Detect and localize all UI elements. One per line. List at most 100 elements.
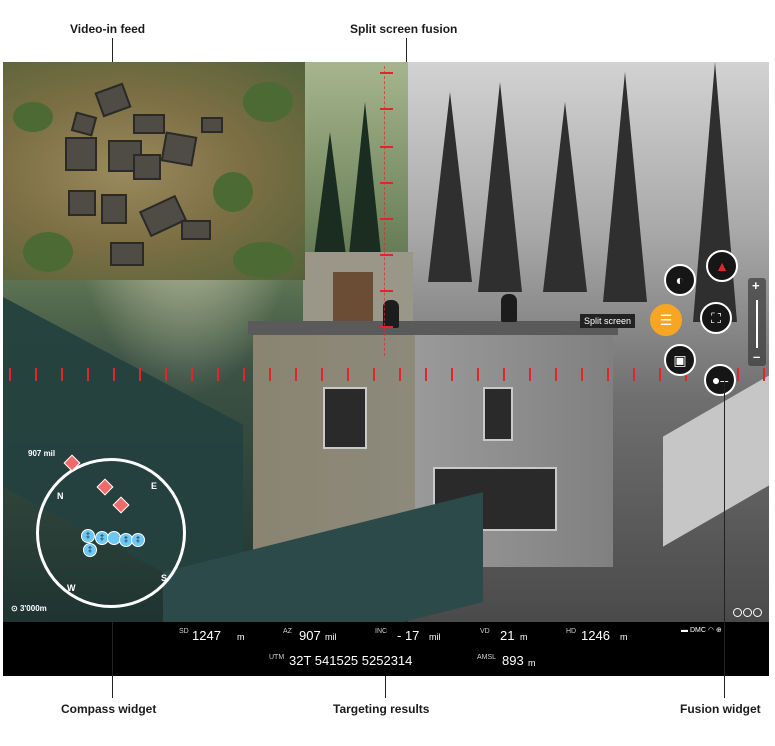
utm-label: UTM [269, 654, 285, 661]
split-screen-icon: ☰ [659, 311, 673, 328]
amsl-value: 893 [502, 653, 524, 668]
tree [428, 92, 472, 282]
video-in-feed[interactable] [3, 62, 305, 280]
callout-line-split [406, 38, 407, 62]
split-screen-button[interactable]: ☰ [650, 304, 682, 336]
reticle-tick [373, 368, 375, 381]
pip-icon: ▣ [673, 351, 687, 368]
status-indicators: ▬ DMC ◠ ⊕ [681, 626, 722, 634]
reticle-tick [380, 146, 393, 148]
reticle-tick [217, 368, 219, 381]
threat-warning-icon: ▲ [715, 258, 729, 274]
targeting-results-bar: SD 1247 m AZ 907 mil INC - 17 mil VD 21 … [3, 622, 769, 676]
page-dot[interactable] [743, 608, 752, 617]
reticle-tick [555, 368, 557, 381]
az-label: AZ [283, 628, 292, 635]
reticle-tick [659, 368, 661, 381]
hut [160, 131, 198, 167]
shrub [243, 82, 293, 122]
hd-value: 1246 [581, 628, 610, 643]
threat-button[interactable]: ▲ [706, 250, 738, 282]
hut [110, 242, 144, 266]
hut [94, 82, 132, 118]
hut [65, 137, 97, 171]
callout-split-screen-fusion: Split screen fusion [350, 22, 458, 36]
hut [133, 114, 165, 134]
reticle-tick [737, 368, 739, 381]
zoom-plus[interactable]: + [752, 278, 760, 293]
slider-icon: ●– [711, 372, 729, 388]
reticle-tick [451, 368, 453, 381]
reticle-tick [380, 182, 393, 184]
sd-label: SD [179, 628, 189, 635]
battery-icon: ▬ [681, 627, 688, 634]
compass-widget[interactable]: N E S W ‡ ‡ ‡ ‡ ‡ [36, 458, 186, 608]
reticle-tick [529, 368, 531, 381]
reticle-tick [139, 368, 141, 381]
page-dot[interactable] [733, 608, 742, 617]
reticle-tick [295, 368, 297, 381]
vd-value: 21 [500, 628, 515, 643]
fusion-slider-toggle[interactable]: ●– [704, 364, 736, 396]
palette-button[interactable]: ◐ [664, 264, 696, 296]
tree [543, 102, 587, 292]
tree [478, 82, 522, 292]
shrub [233, 242, 293, 278]
friendly-marker[interactable]: ‡ [81, 529, 95, 543]
reticle-tick [380, 290, 393, 292]
compass-range-readout: ⊙ 3'000m [11, 604, 47, 613]
reticle-tick [35, 368, 37, 381]
hut [101, 194, 127, 224]
shrub [213, 172, 253, 212]
person-right [501, 294, 517, 322]
reticle-tick [9, 368, 11, 381]
reticle-tick [633, 368, 635, 381]
fusion-zoom-slider[interactable]: + – [748, 278, 766, 366]
friendly-marker[interactable]: ‡ [83, 543, 97, 557]
reticle-tick [607, 368, 609, 381]
hostile-marker[interactable] [112, 496, 130, 514]
gps-target-icon: ⊕ [715, 627, 722, 634]
reticle-tick [380, 72, 393, 74]
dmc-label: DMC [689, 627, 706, 634]
reticle-tick [165, 368, 167, 381]
compass-heading-readout: 907 mil [28, 449, 56, 458]
reticle-horizontal-scale [3, 368, 769, 381]
sd-unit: m [237, 632, 245, 642]
zoom-minus[interactable]: – [753, 349, 760, 364]
friendly-marker[interactable]: ‡ [131, 533, 145, 547]
compass-east-label: E [151, 481, 158, 491]
reticle-tick [380, 254, 393, 256]
reticle-tick [61, 368, 63, 381]
reticle-tick [380, 218, 393, 220]
fullscreen-button[interactable]: ⛶ [700, 302, 732, 334]
zoom-track[interactable] [756, 300, 758, 348]
roof-parapet [248, 321, 618, 335]
utm-value: 32T 541525 5252314 [289, 653, 413, 668]
shrub [23, 232, 73, 272]
page-dot[interactable] [753, 608, 762, 617]
reticle-tick [425, 368, 427, 381]
reticle-tick [380, 108, 393, 110]
vd-unit: m [520, 632, 528, 642]
hut [68, 190, 96, 216]
compass-west-label: W [67, 583, 76, 593]
callout-line-fusion [724, 380, 725, 698]
reticle-tick [763, 368, 765, 381]
amsl-label: AMSL [477, 654, 497, 661]
inc-value: - 17 [397, 628, 420, 643]
inc-unit: mil [429, 632, 441, 642]
page-indicator[interactable] [732, 604, 762, 622]
hostile-marker[interactable] [96, 478, 114, 496]
tree [603, 72, 647, 302]
palette-icon: ◐ [675, 272, 685, 288]
hut [138, 194, 188, 238]
reticle-tick [269, 368, 271, 381]
window [323, 387, 367, 449]
pip-button[interactable]: ▣ [664, 344, 696, 376]
callout-compass-widget: Compass widget [61, 702, 157, 716]
hd-label: HD [566, 628, 577, 635]
reticle-tick [321, 368, 323, 381]
callout-fusion-widget: Fusion widget [680, 702, 761, 716]
reticle-tick [191, 368, 193, 381]
